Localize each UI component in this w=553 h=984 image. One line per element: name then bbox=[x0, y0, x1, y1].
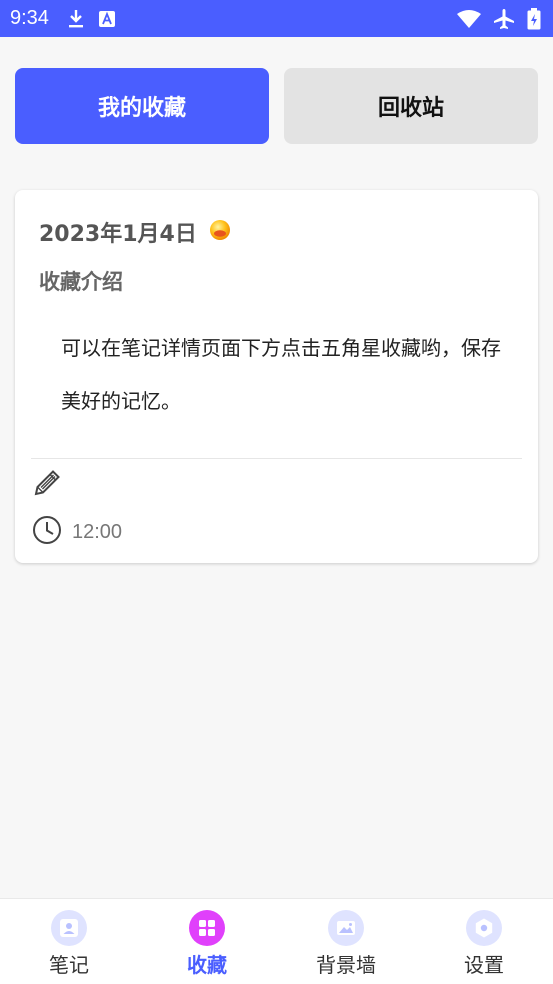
note-body: 可以在笔记详情页面下方点击五角星收藏哟，保存美好的记忆。 bbox=[61, 336, 501, 413]
nav-item-notes[interactable]: 笔记 bbox=[0, 899, 138, 984]
card-divider bbox=[31, 458, 522, 459]
battery-icon bbox=[527, 7, 541, 30]
tab-recycle-bin[interactable]: 回收站 bbox=[284, 68, 538, 144]
nav-label-settings: 设置 bbox=[464, 953, 504, 977]
favorites-icon bbox=[189, 910, 225, 946]
clock-icon bbox=[32, 515, 62, 549]
image-icon bbox=[328, 910, 364, 946]
status-time: 9:34 bbox=[10, 7, 49, 29]
bottom-nav: 笔记 收藏 背景墙 设置 bbox=[0, 898, 553, 984]
font-icon bbox=[98, 10, 115, 27]
note-title: 收藏介绍 bbox=[39, 270, 123, 294]
tab-my-favorites[interactable]: 我的收藏 bbox=[15, 68, 269, 144]
airplane-icon bbox=[493, 8, 515, 30]
download-icon bbox=[67, 9, 85, 29]
nav-label-notes: 笔记 bbox=[49, 953, 89, 977]
note-date: 2023年1月4日 bbox=[39, 222, 197, 247]
nav-item-settings[interactable]: 设置 bbox=[415, 899, 553, 984]
mood-emoji-icon bbox=[209, 219, 231, 245]
note-time: 12:00 bbox=[72, 520, 123, 543]
notes-icon bbox=[51, 910, 87, 946]
settings-icon bbox=[466, 910, 502, 946]
status-bar: 9:34 bbox=[0, 0, 553, 37]
wifi-icon bbox=[457, 9, 481, 28]
favorite-note-card[interactable]: 2023年1月4日 收藏介绍 可以在笔记详情页面下方点击五角星收藏哟，保存美好的… bbox=[15, 190, 538, 563]
nav-label-favorites: 收藏 bbox=[187, 953, 227, 977]
pencil-icon[interactable] bbox=[32, 468, 62, 502]
nav-item-favorites[interactable]: 收藏 bbox=[138, 899, 276, 984]
nav-item-background-wall[interactable]: 背景墙 bbox=[277, 899, 415, 984]
nav-label-background-wall: 背景墙 bbox=[316, 953, 376, 977]
